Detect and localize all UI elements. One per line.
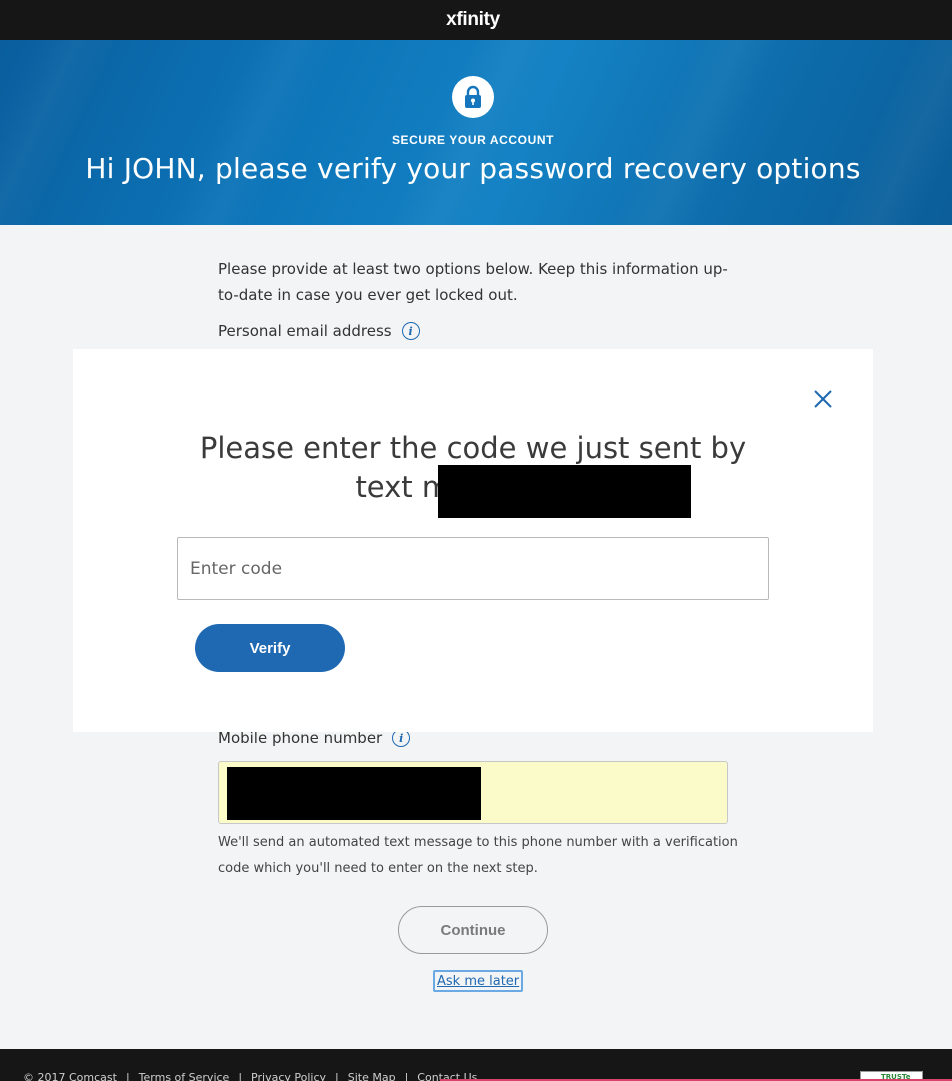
ask-me-later-link[interactable]: Ask me later [433,970,524,992]
verify-button[interactable]: Verify [195,624,345,672]
phone-field[interactable] [218,761,728,824]
footer-separator: | [238,1071,243,1081]
phone-helper-text: We'll send an automated text message to … [218,835,738,876]
info-icon[interactable]: i [401,322,420,340]
copyright: © 2017 Comcast [23,1071,117,1081]
footer-separator: | [335,1071,339,1081]
hero-kicker: SECURE YOUR ACCOUNT [391,133,555,147]
email-label: Personal email address i [218,322,420,340]
redacted-phone-number [227,767,481,820]
footer-separator: | [125,1071,130,1081]
top-bar: xfinity [0,0,952,40]
privacy-link[interactable]: Privacy Policy [251,1071,326,1081]
redacted-phone-number [438,465,691,518]
continue-button[interactable]: Continue [398,906,548,954]
footer-links: © 2017 Comcast | Terms of Service | Priv… [23,1071,477,1081]
hero-banner: SECURE YOUR ACCOUNT Hi JOHN, please veri… [0,40,952,225]
terms-link[interactable]: Terms of Service [139,1071,230,1081]
intro-text: Please provide at least two options belo… [218,260,728,304]
page-title: Hi JOHN, please verify your password rec… [85,152,861,185]
site-map-link[interactable]: Site Map [348,1071,396,1081]
email-label-text: Personal email address [218,322,392,340]
close-icon[interactable] [813,389,833,409]
code-input[interactable] [177,537,769,600]
verification-modal: Please enter the code we just sent by te… [73,349,873,732]
footer: © 2017 Comcast | Terms of Service | Priv… [0,1049,952,1081]
footer-separator: | [404,1071,409,1081]
lock-icon [452,76,494,118]
xfinity-logo[interactable]: xfinity [446,9,500,31]
